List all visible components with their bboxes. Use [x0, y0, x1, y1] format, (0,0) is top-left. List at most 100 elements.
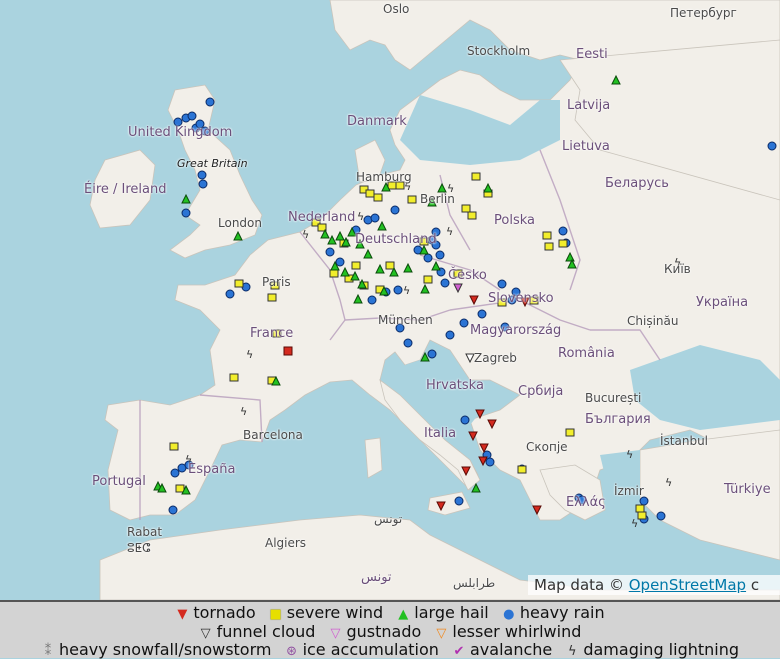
openstreetmap-link[interactable]: OpenStreetMap	[629, 576, 746, 594]
legend-item-avalanche[interactable]: ✔ avalanche	[452, 640, 553, 659]
rain-marker[interactable]	[767, 141, 777, 151]
wind-marker[interactable]	[517, 465, 527, 474]
legend-item-heavy-rain[interactable]: ● heavy rain	[502, 603, 604, 622]
legend-item-large-hail[interactable]: ▲ large hail	[396, 603, 488, 622]
rain-marker[interactable]	[393, 285, 403, 295]
wind-marker[interactable]	[373, 193, 383, 202]
avalanche-icon: ✔	[453, 644, 465, 659]
wind-marker[interactable]	[542, 231, 552, 240]
legend-item-gustnado[interactable]: ▽ gustnado	[328, 622, 421, 641]
place-label-espana: España	[188, 462, 236, 477]
legend-item-severe-wind[interactable]: ■ severe wind	[269, 603, 384, 622]
legend-item-heavy-snowfall[interactable]: ⁑ heavy snowfall/snowstorm	[41, 640, 272, 659]
lightning-marker[interactable]: ϟ	[403, 284, 410, 297]
wind-marker[interactable]	[351, 261, 361, 270]
hail-marker[interactable]	[181, 193, 191, 204]
rain-marker[interactable]	[170, 468, 180, 478]
place-label-istanbul: İstanbul	[660, 434, 709, 448]
wind-marker[interactable]	[423, 275, 433, 284]
wind-marker[interactable]	[637, 511, 647, 520]
place-label-ellas: Ελλάς	[566, 495, 606, 510]
lightning-marker[interactable]: ϟ	[626, 448, 633, 461]
place-label-skopje: Скопје	[526, 440, 568, 454]
wind-marker[interactable]	[169, 442, 179, 451]
place-label-stockholm: Stockholm	[467, 44, 531, 58]
legend-label: ice accumulation	[302, 640, 439, 659]
wind-marker[interactable]	[234, 279, 244, 288]
place-label-rabat: Rabat	[127, 525, 163, 539]
rain-marker[interactable]	[181, 208, 191, 218]
wind-marker[interactable]	[635, 504, 645, 513]
wind-marker[interactable]	[565, 428, 575, 437]
place-label-great-britain: Great Britain	[177, 157, 248, 170]
legend-item-damaging-lightning[interactable]: ϟ damaging lightning	[565, 640, 739, 659]
place-label-deutschland: Deutschland	[355, 232, 437, 247]
legend-item-tornado[interactable]: ▼ tornado	[175, 603, 255, 622]
wind-marker[interactable]	[461, 204, 471, 213]
ice-accumulation-icon: ⊛	[286, 644, 298, 659]
rain-marker[interactable]	[497, 279, 507, 289]
tornado-marker[interactable]	[283, 346, 293, 356]
place-label-srbija: Србија	[518, 384, 564, 399]
lightning-marker[interactable]: ϟ	[446, 225, 453, 238]
place-label-italia: Italia	[424, 426, 457, 441]
legend-item-lesser-whirlwind[interactable]: ▽ lesser whirlwind	[434, 622, 581, 641]
lightning-marker[interactable]: ϟ	[302, 228, 309, 241]
lesser-whirlwind-icon: ▽	[436, 626, 447, 641]
rain-marker[interactable]	[477, 309, 487, 319]
rain-marker[interactable]	[198, 179, 208, 189]
wind-marker[interactable]	[407, 195, 417, 204]
lightning-marker[interactable]: ϟ	[631, 517, 638, 530]
lightning-marker[interactable]: ϟ	[357, 210, 364, 223]
map-legend: ▼ tornado ■ severe wind ▲ large hail ● heavy…	[0, 600, 780, 659]
place-label-eesti: Eesti	[576, 47, 608, 62]
wind-marker[interactable]	[467, 211, 477, 220]
wind-marker[interactable]	[329, 269, 339, 278]
lightning-marker[interactable]: ϟ	[665, 476, 672, 489]
rain-marker[interactable]	[335, 257, 345, 267]
funnel-cloud-icon: ▽	[200, 626, 211, 641]
wind-marker[interactable]	[175, 484, 185, 493]
rain-marker[interactable]	[454, 496, 464, 506]
rain-marker[interactable]	[197, 170, 207, 180]
rain-marker[interactable]	[367, 295, 377, 305]
rain-marker[interactable]	[187, 111, 197, 121]
rain-marker[interactable]	[390, 205, 400, 215]
rain-marker[interactable]	[558, 226, 568, 236]
rain-marker[interactable]	[370, 213, 380, 223]
place-label-nederland: Nederland	[288, 210, 356, 225]
map-canvas[interactable]: ϟ ϟ ϟ ϟ ϟ ϟ ϟ ϟ ϟ ϟ ϟ ϟ ϟ	[0, 0, 780, 600]
rain-marker[interactable]	[485, 457, 495, 467]
wind-marker[interactable]	[544, 242, 554, 251]
wind-marker[interactable]	[365, 189, 375, 198]
rain-marker[interactable]	[403, 338, 413, 348]
place-label-tunis: تونس	[374, 512, 403, 526]
map-area[interactable]: ϟ ϟ ϟ ϟ ϟ ϟ ϟ ϟ ϟ ϟ ϟ ϟ ϟ Oslo Stockholm…	[0, 0, 780, 600]
rain-marker[interactable]	[445, 330, 455, 340]
rain-marker[interactable]	[656, 511, 666, 521]
severe-wind-icon: ■	[269, 607, 282, 622]
rain-marker[interactable]	[435, 250, 445, 260]
wind-marker[interactable]	[385, 261, 395, 270]
rain-marker[interactable]	[460, 415, 470, 425]
rain-marker[interactable]	[225, 289, 235, 299]
rain-marker[interactable]	[205, 97, 215, 107]
lightning-marker[interactable]: ϟ	[240, 405, 247, 418]
rain-marker[interactable]	[639, 496, 649, 506]
rain-marker[interactable]	[423, 253, 433, 263]
legend-row-3: ⁑ heavy snowfall/snowstorm ⊛ ice accumulat…	[0, 640, 780, 659]
rain-marker[interactable]	[427, 349, 437, 359]
rain-marker[interactable]	[168, 505, 178, 515]
legend-item-ice-accumulation[interactable]: ⊛ ice accumulation	[285, 640, 439, 659]
rain-marker[interactable]	[325, 247, 335, 257]
great-britain-land	[167, 84, 263, 259]
wind-marker[interactable]	[558, 239, 568, 248]
place-label-london: London	[218, 216, 262, 230]
legend-item-funnel-cloud[interactable]: ▽ funnel cloud	[199, 622, 316, 641]
wind-marker[interactable]	[471, 172, 481, 181]
lightning-marker[interactable]: ϟ	[246, 348, 253, 361]
place-label-turkiye: Türkiye	[724, 482, 771, 497]
wind-marker[interactable]	[229, 373, 239, 382]
rain-marker[interactable]	[459, 318, 469, 328]
wind-marker[interactable]	[267, 293, 277, 302]
